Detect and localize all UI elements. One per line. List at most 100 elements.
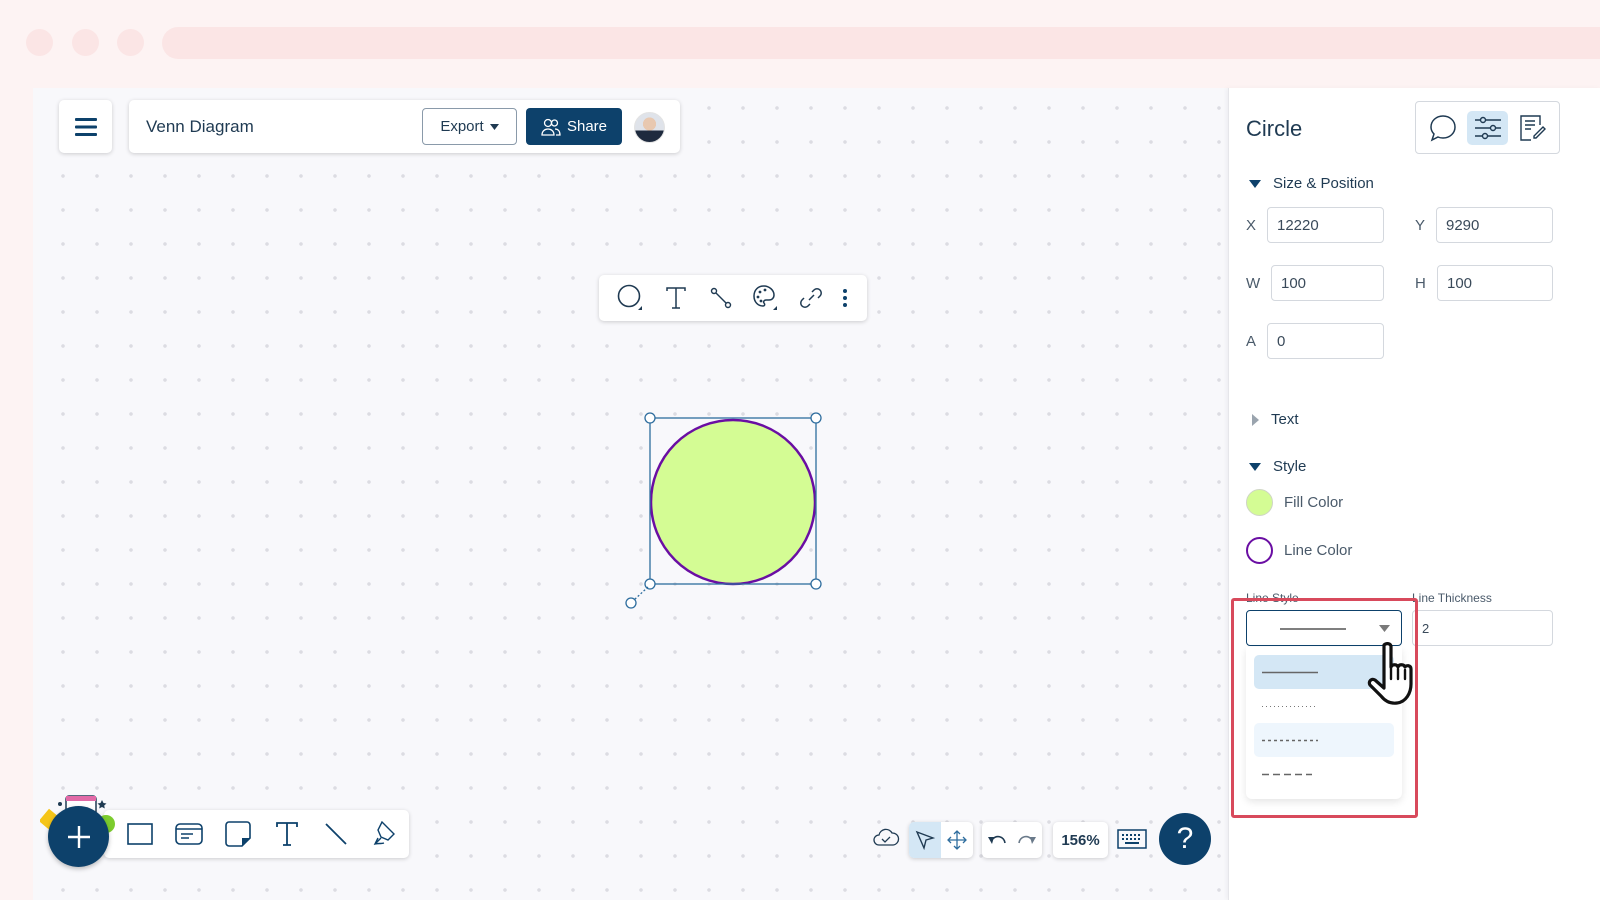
- caret-down-icon: [1379, 625, 1390, 632]
- more-options-button[interactable]: [834, 278, 857, 318]
- solid-line-icon: [1262, 671, 1318, 673]
- tab-notes[interactable]: [1512, 111, 1553, 145]
- document-title[interactable]: Venn Diagram: [146, 117, 254, 137]
- document-header: Venn Diagram Export Share: [129, 100, 680, 153]
- more-vertical-icon: [843, 289, 848, 307]
- address-bar[interactable]: [162, 27, 1600, 59]
- tab-properties[interactable]: [1467, 110, 1508, 145]
- tab-comments[interactable]: [1422, 111, 1463, 145]
- resize-handle-bottom-left[interactable]: [644, 578, 656, 590]
- x-label: X: [1246, 217, 1257, 234]
- section-size-position[interactable]: Size & Position: [1249, 175, 1374, 192]
- undo-button[interactable]: [982, 822, 1012, 858]
- dash-dot-line-icon: [1262, 739, 1318, 741]
- y-input[interactable]: [1436, 207, 1553, 243]
- angle-input[interactable]: [1267, 323, 1384, 359]
- fill-color-swatch: [1246, 489, 1273, 516]
- share-label: Share: [566, 118, 608, 135]
- export-label: Export: [440, 118, 484, 135]
- redo-icon: [1018, 835, 1036, 844]
- window-control-maximize[interactable]: [117, 29, 144, 56]
- cloud-check-icon[interactable]: [872, 826, 900, 848]
- resize-handle-top-right[interactable]: [810, 412, 822, 424]
- sticky-note-tool[interactable]: [214, 812, 263, 856]
- caret-down-icon: [489, 123, 499, 130]
- window-control-minimize[interactable]: [72, 29, 99, 56]
- canvas-mode-group: [909, 822, 973, 858]
- users-icon: [541, 118, 561, 136]
- window-control-close[interactable]: [26, 29, 53, 56]
- redo-button[interactable]: [1012, 822, 1042, 858]
- panel-title: Circle: [1246, 116, 1303, 141]
- text-icon: [666, 287, 687, 309]
- select-mode-button[interactable]: [909, 822, 941, 858]
- caret-down-icon: [1249, 179, 1261, 188]
- pen-tool[interactable]: [360, 812, 409, 856]
- line-style-select[interactable]: [1246, 610, 1402, 646]
- text-icon: [275, 822, 298, 846]
- card-tool[interactable]: [165, 812, 214, 856]
- text-button[interactable]: [654, 278, 699, 318]
- pan-mode-button[interactable]: [941, 822, 973, 858]
- card-icon: [175, 823, 204, 845]
- sliders-icon: [1474, 116, 1501, 139]
- line-style-option-dotted[interactable]: [1254, 689, 1394, 723]
- link-icon: [800, 288, 823, 308]
- connector-button[interactable]: [699, 278, 744, 318]
- section-style-label: Style: [1273, 458, 1307, 475]
- pointer-icon: [915, 830, 935, 850]
- move-icon: [947, 830, 967, 850]
- section-size-position-label: Size & Position: [1273, 175, 1374, 192]
- style-palette-button[interactable]: [744, 278, 789, 318]
- hamburger-menu-icon: [74, 117, 97, 136]
- link-button[interactable]: [789, 278, 834, 318]
- pen-icon: [373, 821, 395, 846]
- share-button[interactable]: Share: [526, 108, 622, 145]
- add-button[interactable]: [48, 806, 109, 867]
- user-avatar[interactable]: [634, 112, 665, 143]
- section-text-label: Text: [1271, 411, 1299, 428]
- y-label: Y: [1415, 217, 1426, 234]
- edit-note-icon: [1519, 114, 1546, 141]
- section-style[interactable]: Style: [1249, 458, 1306, 475]
- text-tool[interactable]: [262, 812, 311, 856]
- palette-icon: [753, 285, 778, 310]
- dashed-line-icon: [1262, 773, 1312, 775]
- zoom-level-button[interactable]: 156%: [1053, 822, 1108, 858]
- rotate-handle[interactable]: [625, 597, 637, 609]
- line-style-option-dashed[interactable]: [1254, 757, 1394, 791]
- main-menu-button[interactable]: [59, 100, 112, 153]
- shape-picker-button[interactable]: [609, 278, 654, 318]
- h-input[interactable]: [1437, 265, 1553, 301]
- line-tool[interactable]: [311, 812, 360, 856]
- line-style-option-solid[interactable]: [1254, 655, 1394, 689]
- resize-handle-top-left[interactable]: [644, 412, 656, 424]
- line-color-swatch: [1246, 537, 1273, 564]
- line-style-option-dash-dot[interactable]: [1254, 723, 1394, 757]
- dotted-line-icon: [1262, 705, 1318, 707]
- shape-tools-bar: [104, 810, 409, 858]
- undo-icon: [988, 835, 1006, 844]
- w-input[interactable]: [1271, 265, 1384, 301]
- w-label: W: [1246, 275, 1261, 292]
- keyboard-icon[interactable]: [1117, 829, 1147, 849]
- line-color-label: Line Color: [1284, 542, 1353, 559]
- selected-shape-group[interactable]: [620, 405, 840, 620]
- line-icon: [325, 823, 347, 845]
- line-style-dropdown: [1246, 647, 1402, 799]
- help-button[interactable]: ?: [1159, 813, 1211, 865]
- fill-color-picker[interactable]: Fill Color: [1246, 489, 1343, 516]
- export-button[interactable]: Export: [422, 108, 517, 145]
- resize-handle-bottom-right[interactable]: [810, 578, 822, 590]
- rectangle-tool[interactable]: [116, 812, 165, 856]
- line-style-label: Line Style: [1246, 591, 1299, 605]
- fill-color-label: Fill Color: [1284, 494, 1344, 511]
- line-color-picker[interactable]: Line Color: [1246, 537, 1352, 564]
- connector-icon: [711, 287, 732, 309]
- line-thickness-input[interactable]: [1412, 610, 1553, 646]
- panel-tabs: [1415, 101, 1560, 154]
- x-input[interactable]: [1267, 207, 1384, 243]
- section-text[interactable]: Text: [1249, 411, 1299, 428]
- circle-shape[interactable]: [649, 418, 817, 586]
- shape-context-toolbar: [599, 275, 867, 321]
